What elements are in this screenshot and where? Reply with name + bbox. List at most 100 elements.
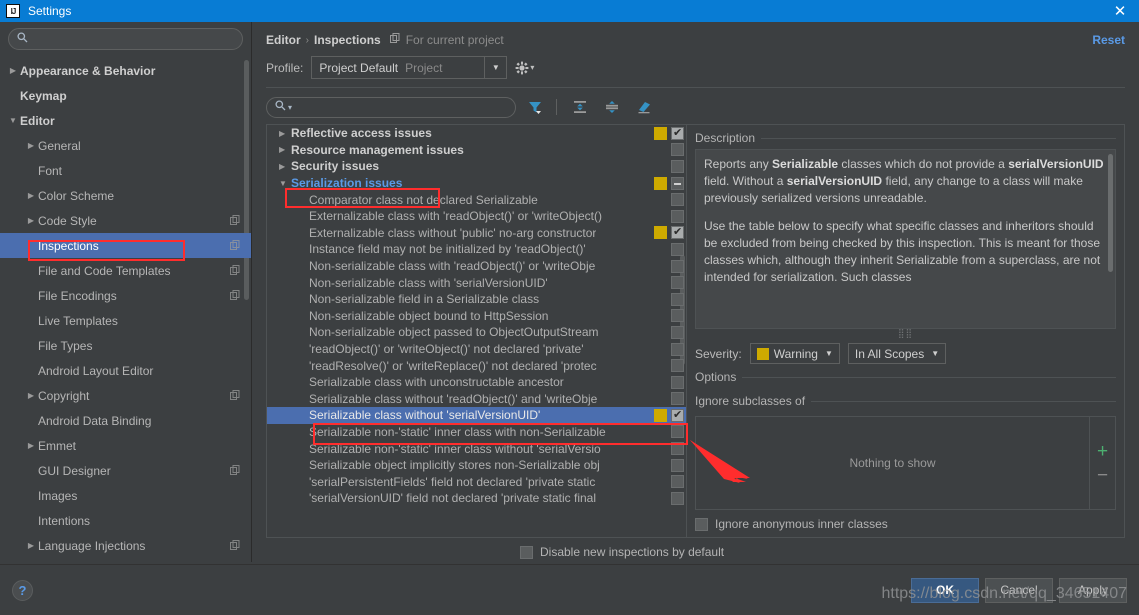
inspection-row[interactable]: Non-serializable field in a Serializable…: [267, 291, 686, 308]
inspection-checkbox[interactable]: [671, 375, 684, 389]
inspection-checkbox[interactable]: [671, 491, 684, 505]
inspection-row[interactable]: Non-serializable object passed to Object…: [267, 324, 686, 341]
inspection-checkbox[interactable]: [671, 392, 684, 406]
inspection-row[interactable]: 'serialPersistentFields' field not decla…: [267, 473, 686, 490]
inspection-row[interactable]: Instance field may not be initialized by…: [267, 241, 686, 258]
inspection-checkbox[interactable]: [671, 325, 684, 339]
inspection-checkbox[interactable]: [671, 442, 684, 456]
chevron-right-icon[interactable]: ▶: [279, 129, 291, 138]
inspection-checkbox[interactable]: [671, 209, 684, 223]
search-input[interactable]: [32, 32, 234, 46]
inspection-search-input[interactable]: [292, 100, 507, 114]
reset-inspections-icon[interactable]: [631, 96, 657, 118]
chevron-right-icon[interactable]: ▶: [6, 66, 20, 75]
sidebar-item-appearance-behavior[interactable]: ▶ Appearance & Behavior: [0, 58, 251, 83]
inspection-row[interactable]: 'readResolve()' or 'writeReplace()' not …: [267, 357, 686, 374]
inspection-row[interactable]: Serializable object implicitly stores no…: [267, 457, 686, 474]
inspection-checkbox[interactable]: [671, 359, 684, 373]
chevron-right-icon[interactable]: ▶: [24, 541, 38, 550]
ignore-subclasses-list[interactable]: Nothing to show + −: [695, 416, 1116, 510]
profile-gear-button[interactable]: ▾: [515, 61, 534, 75]
inspection-checkbox[interactable]: [671, 225, 684, 240]
inspection-row[interactable]: Non-serializable class with 'readObject(…: [267, 258, 686, 275]
inspection-group-row[interactable]: ▶ Reflective access issues: [267, 125, 686, 142]
inspection-checkbox[interactable]: [671, 292, 684, 306]
collapse-all-icon[interactable]: [599, 96, 625, 118]
inspection-checkbox[interactable]: [671, 458, 684, 472]
inspection-row[interactable]: Externalizable class without 'public' no…: [267, 225, 686, 242]
chevron-down-icon[interactable]: ▼: [279, 179, 291, 188]
inspection-row[interactable]: Serializable class without 'readObject()…: [267, 391, 686, 408]
sidebar-item-file-encodings[interactable]: File Encodings: [0, 283, 251, 308]
inspection-checkbox[interactable]: [671, 309, 684, 323]
help-icon[interactable]: ?: [12, 579, 33, 601]
sidebar-item-color-scheme[interactable]: ▶ Color Scheme: [0, 183, 251, 208]
inspection-row[interactable]: 'readObject()' or 'writeObject()' not de…: [267, 341, 686, 358]
disable-new-inspections-checkbox[interactable]: [520, 545, 533, 559]
inspection-checkbox[interactable]: [671, 475, 684, 489]
sidebar-item-file-types[interactable]: File Types: [0, 333, 251, 358]
chevron-right-icon[interactable]: ▶: [24, 216, 38, 225]
inspection-search-box[interactable]: ▾: [266, 96, 516, 118]
scope-combobox[interactable]: In All Scopes ▼: [847, 343, 947, 364]
splitter-grip[interactable]: ⣿⣿: [695, 329, 1116, 338]
inspection-checkbox[interactable]: [671, 143, 684, 157]
inspection-checkbox[interactable]: [671, 259, 684, 273]
profile-combobox[interactable]: Project Default Project ▼: [311, 56, 508, 79]
inspection-checkbox[interactable]: [671, 342, 684, 356]
sidebar-item-file-and-code-templates[interactable]: File and Code Templates: [0, 258, 251, 283]
description-scrollbar[interactable]: [1108, 154, 1113, 272]
sidebar-item-general[interactable]: ▶ General: [0, 133, 251, 158]
inspection-checkbox[interactable]: [671, 408, 684, 422]
inspection-row[interactable]: Serializable class with unconstructable …: [267, 374, 686, 391]
sidebar-search-box[interactable]: [8, 28, 243, 50]
ok-button[interactable]: OK: [911, 577, 979, 603]
apply-button[interactable]: Apply: [1059, 577, 1127, 603]
chevron-right-icon[interactable]: ▶: [279, 162, 291, 171]
sidebar-item-live-templates[interactable]: Live Templates: [0, 308, 251, 333]
reset-link[interactable]: Reset: [1092, 33, 1125, 47]
sidebar-item-intentions[interactable]: Intentions: [0, 508, 251, 533]
inspection-row[interactable]: Serializable non-'static' inner class wi…: [267, 424, 686, 441]
inspection-row[interactable]: Non-serializable class with 'serialVersi…: [267, 274, 686, 291]
ignore-anonymous-row[interactable]: Ignore anonymous inner classes: [695, 517, 1116, 531]
breadcrumb-parent[interactable]: Editor: [266, 33, 301, 47]
sidebar-item-font[interactable]: Font: [0, 158, 251, 183]
chevron-right-icon[interactable]: ▶: [24, 391, 38, 400]
close-icon[interactable]: ✕: [1107, 0, 1133, 22]
inspection-checkbox[interactable]: [671, 276, 684, 290]
chevron-right-icon[interactable]: ▶: [279, 145, 291, 154]
sidebar-item-emmet[interactable]: ▶ Emmet: [0, 433, 251, 458]
sidebar-item-gui-designer[interactable]: GUI Designer: [0, 458, 251, 483]
sidebar-item-inspections[interactable]: Inspections: [0, 233, 251, 258]
sidebar-item-copyright[interactable]: ▶ Copyright: [0, 383, 251, 408]
sidebar-item-code-style[interactable]: ▶ Code Style: [0, 208, 251, 233]
chevron-right-icon[interactable]: ▶: [24, 441, 38, 450]
inspection-row[interactable]: Comparator class not declared Serializab…: [267, 191, 686, 208]
inspection-checkbox[interactable]: [671, 193, 684, 207]
chevron-right-icon[interactable]: ▶: [24, 191, 38, 200]
inspection-group-row[interactable]: ▼ Serialization issues: [267, 175, 686, 192]
inspection-group-row[interactable]: ▶ Resource management issues: [267, 142, 686, 159]
sidebar-item-editor[interactable]: ▼ Editor: [0, 108, 251, 133]
sidebar-item-images[interactable]: Images: [0, 483, 251, 508]
inspection-row[interactable]: Non-serializable object bound to HttpSes…: [267, 308, 686, 325]
add-button[interactable]: +: [1097, 442, 1108, 461]
inspection-row[interactable]: Serializable class without 'serialVersio…: [267, 407, 686, 424]
chevron-down-icon[interactable]: ▼: [484, 57, 506, 78]
inspection-checkbox[interactable]: [671, 159, 684, 173]
chevron-right-icon[interactable]: ▶: [24, 141, 38, 150]
ignore-anonymous-checkbox[interactable]: [695, 517, 708, 531]
inspection-group-row[interactable]: ▶ Security issues: [267, 158, 686, 175]
inspection-checkbox[interactable]: [671, 425, 684, 439]
inspection-checkbox[interactable]: [671, 242, 684, 256]
sidebar-item-language-injections[interactable]: ▶ Language Injections: [0, 533, 251, 558]
filter-icon[interactable]: [522, 96, 548, 118]
sidebar-item-keymap[interactable]: Keymap: [0, 83, 251, 108]
inspection-checkbox[interactable]: [671, 176, 684, 190]
inspection-checkbox[interactable]: [671, 126, 684, 140]
sidebar-item-android-data-binding[interactable]: Android Data Binding: [0, 408, 251, 433]
inspection-row[interactable]: 'serialVersionUID' field not declared 'p…: [267, 490, 686, 507]
remove-button[interactable]: −: [1097, 466, 1108, 485]
cancel-button[interactable]: Cancel: [985, 577, 1053, 603]
